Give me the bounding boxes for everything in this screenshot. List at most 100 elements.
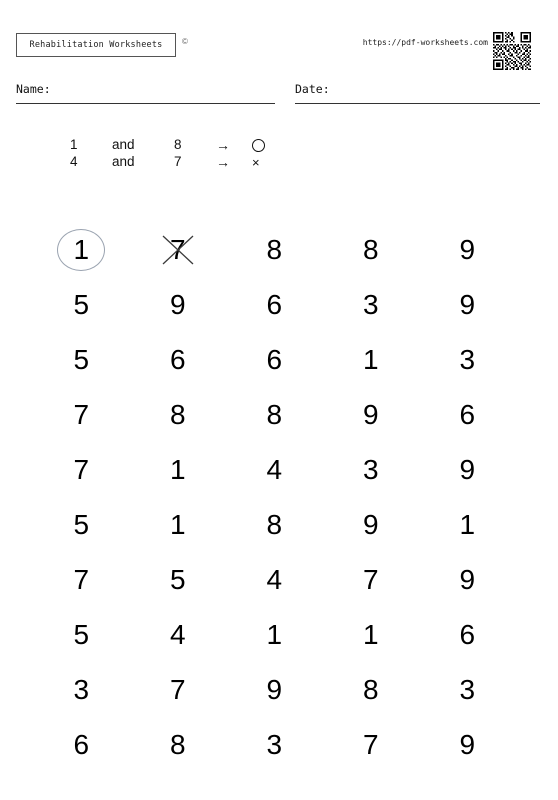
digit-cell[interactable]: 9 bbox=[419, 552, 516, 607]
digit-cell[interactable]: 7 bbox=[323, 717, 420, 772]
digit-cell[interactable]: 3 bbox=[419, 662, 516, 717]
digit-cell[interactable]: 1 bbox=[33, 222, 130, 277]
digit-cell[interactable]: 9 bbox=[130, 277, 227, 332]
digit-value: 8 bbox=[266, 398, 283, 430]
digit-cell[interactable]: 1 bbox=[419, 497, 516, 552]
digit-cell[interactable]: 5 bbox=[33, 277, 130, 332]
brand-box: Rehabilitation Worksheets bbox=[16, 33, 176, 57]
digit-cell[interactable]: 1 bbox=[130, 497, 227, 552]
digit-value: 8 bbox=[169, 398, 186, 430]
digit-row: 5 4 1 1 6 bbox=[0, 607, 558, 662]
digit-row: 7 5 4 7 9 bbox=[0, 552, 558, 607]
digit-value: 8 bbox=[266, 508, 283, 540]
digit-cell[interactable]: 7 bbox=[130, 222, 227, 277]
digit-value: 3 bbox=[362, 453, 379, 485]
digit-cell[interactable]: 8 bbox=[130, 717, 227, 772]
digit-cell[interactable]: 5 bbox=[130, 552, 227, 607]
digit-cell[interactable]: 6 bbox=[419, 387, 516, 442]
digit-value: 5 bbox=[169, 563, 186, 595]
digit-value: 9 bbox=[459, 233, 476, 265]
digit-cell[interactable]: 4 bbox=[226, 552, 323, 607]
digit-cell[interactable]: 1 bbox=[130, 442, 227, 497]
digit-cell[interactable]: 3 bbox=[323, 277, 420, 332]
digit-cell[interactable]: 8 bbox=[226, 497, 323, 552]
digit-cell[interactable]: 8 bbox=[226, 222, 323, 277]
digit-cell[interactable]: 7 bbox=[130, 662, 227, 717]
digit-cell[interactable]: 5 bbox=[33, 332, 130, 387]
digit-value: 9 bbox=[459, 453, 476, 485]
digit-value: 9 bbox=[169, 288, 186, 320]
digit-cell[interactable]: 4 bbox=[130, 607, 227, 662]
digit-cell[interactable]: 4 bbox=[226, 442, 323, 497]
digit-cell[interactable]: 1 bbox=[323, 332, 420, 387]
digit-cell[interactable]: 6 bbox=[226, 332, 323, 387]
arrow-right-icon: → bbox=[216, 136, 230, 153]
digit-value: 7 bbox=[73, 563, 90, 595]
digit-row: 5 1 8 9 1 bbox=[0, 497, 558, 552]
digit-row: 7 8 8 9 6 bbox=[0, 387, 558, 442]
date-field[interactable]: Date: bbox=[295, 80, 540, 104]
digit-value: 6 bbox=[169, 343, 186, 375]
digit-row: 1 7 8 8 9 bbox=[0, 222, 558, 277]
digit-cell[interactable]: 9 bbox=[323, 497, 420, 552]
digit-cell[interactable]: 7 bbox=[33, 552, 130, 607]
name-label: Name: bbox=[16, 82, 51, 96]
digit-cell[interactable]: 6 bbox=[130, 332, 227, 387]
digit-value: 1 bbox=[169, 453, 186, 485]
digit-cell[interactable]: 8 bbox=[323, 662, 420, 717]
digit-value: 9 bbox=[459, 728, 476, 760]
digit-value: 1 bbox=[169, 508, 186, 540]
digit-value: 4 bbox=[266, 563, 283, 595]
digit-cell[interactable]: 9 bbox=[419, 222, 516, 277]
digit-value: 3 bbox=[266, 728, 283, 760]
digit-value: 9 bbox=[459, 288, 476, 320]
digit-value: 7 bbox=[169, 233, 186, 265]
digit-value: 7 bbox=[362, 563, 379, 595]
digit-value: 8 bbox=[266, 233, 283, 265]
digit-value: 3 bbox=[459, 343, 476, 375]
digit-cell[interactable]: 8 bbox=[226, 387, 323, 442]
digit-value: 6 bbox=[73, 728, 90, 760]
digit-cell[interactable]: 7 bbox=[33, 387, 130, 442]
digit-cell[interactable]: 9 bbox=[419, 442, 516, 497]
digit-cell[interactable]: 6 bbox=[226, 277, 323, 332]
digit-cell[interactable]: 5 bbox=[33, 497, 130, 552]
digit-cell[interactable]: 7 bbox=[323, 552, 420, 607]
digit-value: 1 bbox=[362, 618, 379, 650]
digit-cell[interactable]: 3 bbox=[323, 442, 420, 497]
digit-cell[interactable]: 5 bbox=[33, 607, 130, 662]
digit-cell[interactable]: 9 bbox=[323, 387, 420, 442]
digit-cell[interactable]: 1 bbox=[226, 607, 323, 662]
digit-value: 8 bbox=[362, 673, 379, 705]
digit-cell[interactable]: 9 bbox=[419, 277, 516, 332]
digit-cell[interactable]: 3 bbox=[226, 717, 323, 772]
digit-cell[interactable]: 1 bbox=[323, 607, 420, 662]
digit-value: 7 bbox=[169, 673, 186, 705]
digit-value: 4 bbox=[266, 453, 283, 485]
digit-value: 7 bbox=[362, 728, 379, 760]
digit-grid: 1 7 8 8 9 5 9 6 3 9 5 6 6 1 3 7 8 8 9 6 7 1 4 3 9 5 1 8 9 1 7 5 4 7 9 5 4 1 1 6… bbox=[0, 222, 558, 772]
digit-value: 5 bbox=[73, 288, 90, 320]
legend-row: 4 and 7 → × bbox=[70, 153, 276, 170]
digit-value: 9 bbox=[266, 673, 283, 705]
name-field[interactable]: Name: bbox=[16, 80, 275, 104]
digit-cell[interactable]: 3 bbox=[419, 332, 516, 387]
digit-cell[interactable]: 6 bbox=[419, 607, 516, 662]
legend-digit-b: 7 bbox=[174, 154, 182, 169]
legend-digit-a: 4 bbox=[70, 154, 78, 169]
digit-value: 5 bbox=[73, 343, 90, 375]
qr-code-icon bbox=[493, 32, 531, 70]
digit-value: 7 bbox=[73, 453, 90, 485]
legend-conjunction: and bbox=[112, 154, 135, 169]
digit-cell[interactable]: 9 bbox=[226, 662, 323, 717]
digit-cell[interactable]: 8 bbox=[323, 222, 420, 277]
copyright-icon: © bbox=[182, 37, 188, 46]
digit-value: 1 bbox=[362, 343, 379, 375]
digit-cell[interactable]: 9 bbox=[419, 717, 516, 772]
digit-cell[interactable]: 6 bbox=[33, 717, 130, 772]
date-label: Date: bbox=[295, 82, 330, 96]
digit-cell[interactable]: 3 bbox=[33, 662, 130, 717]
digit-cell[interactable]: 7 bbox=[33, 442, 130, 497]
digit-value: 3 bbox=[362, 288, 379, 320]
digit-cell[interactable]: 8 bbox=[130, 387, 227, 442]
